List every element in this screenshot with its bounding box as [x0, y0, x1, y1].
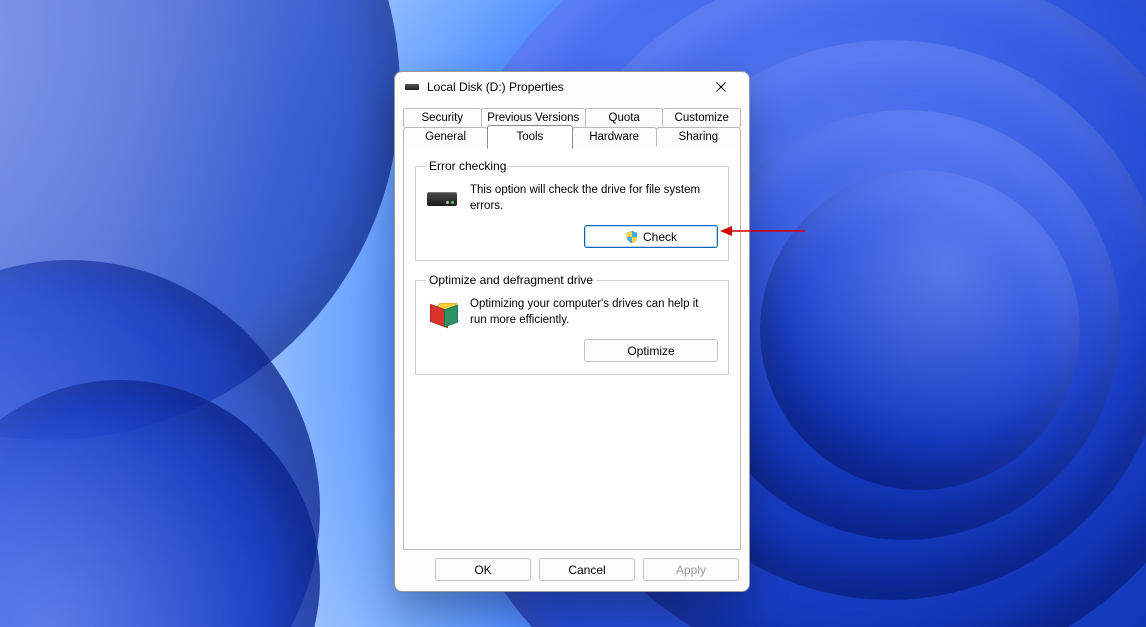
tab-general[interactable]: General	[403, 127, 488, 146]
tab-tools[interactable]: Tools	[487, 125, 572, 149]
window-title: Local Disk (D:) Properties	[427, 80, 699, 94]
group-error-checking: Error checking This option will check th…	[415, 159, 729, 261]
tab-row-1: Security Previous Versions Quota Customi…	[403, 108, 741, 127]
tab-customize[interactable]: Customize	[662, 108, 741, 127]
cancel-button[interactable]: Cancel	[539, 558, 635, 581]
optimize-description: Optimizing your computer's drives can he…	[470, 297, 718, 329]
check-button[interactable]: Check	[584, 225, 718, 248]
drive-sys-icon	[405, 84, 419, 90]
close-button[interactable]	[699, 73, 743, 101]
close-icon	[716, 82, 726, 92]
tab-security[interactable]: Security	[403, 108, 482, 127]
ok-button[interactable]: OK	[435, 558, 531, 581]
tab-quota[interactable]: Quota	[585, 108, 664, 127]
uac-shield-icon	[625, 230, 639, 244]
properties-dialog: Local Disk (D:) Properties Security Prev…	[394, 71, 750, 592]
optimize-button[interactable]: Optimize	[584, 339, 718, 362]
dialog-action-buttons: OK Cancel Apply	[395, 550, 749, 591]
error-checking-description: This option will check the drive for fil…	[470, 183, 718, 215]
check-button-label: Check	[643, 230, 677, 244]
tab-sharing[interactable]: Sharing	[656, 127, 741, 146]
tab-area: Security Previous Versions Quota Customi…	[395, 102, 749, 550]
apply-button[interactable]: Apply	[643, 558, 739, 581]
tab-row-2: General Tools Hardware Sharing	[403, 127, 741, 146]
defrag-cube-icon	[426, 297, 458, 329]
group-optimize: Optimize and defragment drive Optimizing…	[415, 273, 729, 375]
hard-drive-icon	[426, 183, 458, 215]
tab-panel-tools: Error checking This option will check th…	[403, 145, 741, 550]
optimize-button-label: Optimize	[627, 344, 674, 358]
group-optimize-legend: Optimize and defragment drive	[426, 273, 596, 287]
tab-hardware[interactable]: Hardware	[572, 127, 657, 146]
group-error-checking-legend: Error checking	[426, 159, 509, 173]
titlebar[interactable]: Local Disk (D:) Properties	[395, 72, 749, 102]
